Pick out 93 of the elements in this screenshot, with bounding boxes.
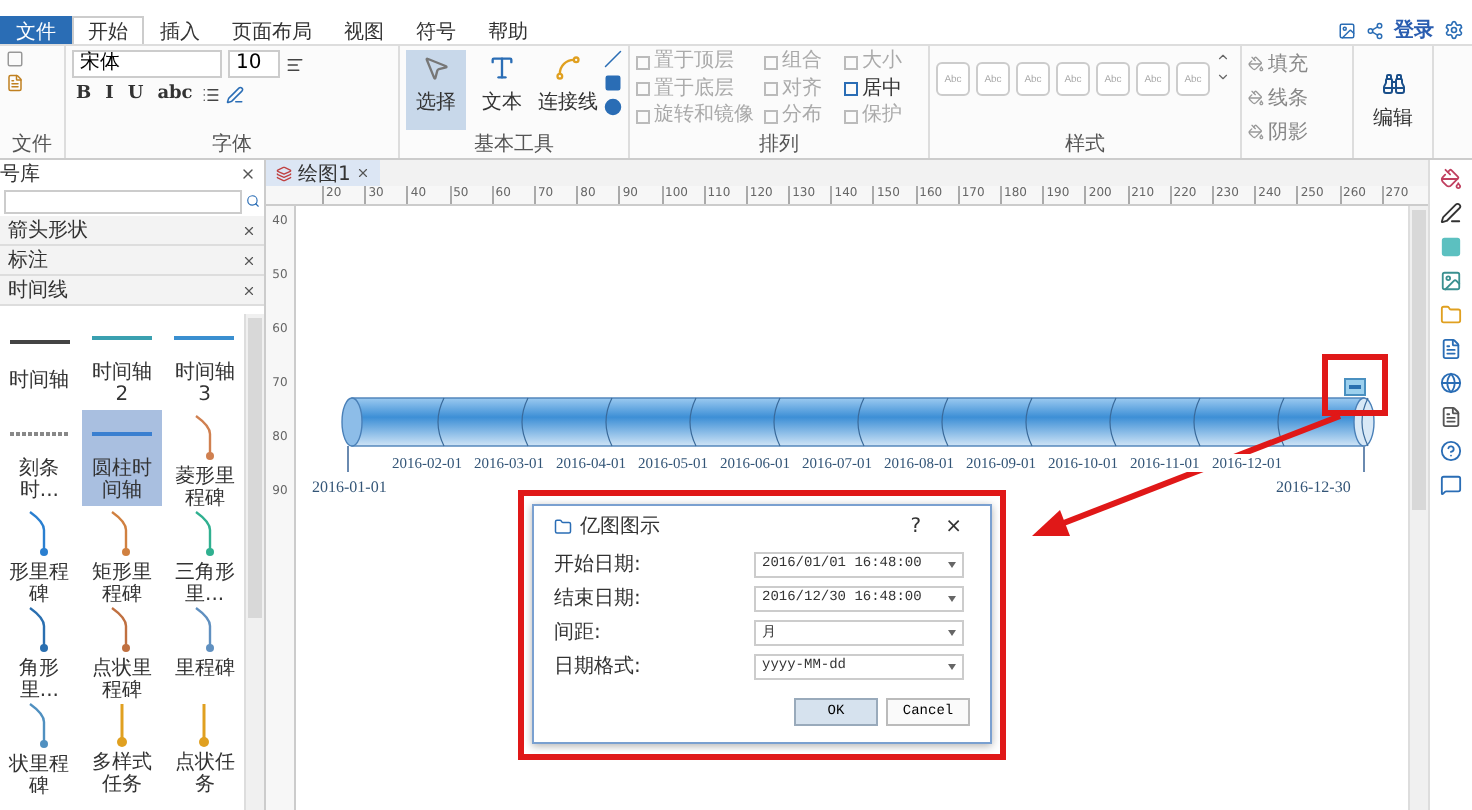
group-label: 样式 (1063, 134, 1107, 158)
format-option-button[interactable]: 填充 (1248, 50, 1308, 78)
align-icon[interactable] (286, 55, 304, 73)
group-label: 排列 (757, 134, 801, 158)
shape-item[interactable]: 时间轴 3 (165, 314, 244, 410)
close-icon[interactable] (356, 166, 371, 180)
shape-item[interactable]: 矩形里程碑 (82, 506, 162, 602)
help-button[interactable]: ? (902, 515, 930, 537)
format-option-button[interactable]: 线条 (1248, 84, 1308, 112)
shape-item[interactable]: 里程碑 (165, 602, 244, 698)
date-label: 2016-12-30 (1276, 478, 1351, 496)
scrollbar[interactable] (244, 314, 264, 810)
tool-button[interactable]: 选择 (406, 50, 466, 130)
format-option-button[interactable]: 阴影 (1248, 118, 1308, 146)
field-label: 开始日期: (554, 551, 643, 578)
shape-item[interactable]: 刻条时... (0, 410, 79, 506)
page-icon[interactable] (1440, 338, 1462, 360)
shape-item[interactable]: 多样式任务 (82, 698, 162, 794)
paint-bucket-icon (1248, 90, 1264, 106)
ribbon-tab[interactable]: 符号 (400, 16, 472, 44)
scroll-down-icon[interactable] (1216, 70, 1230, 84)
shape-item[interactable]: 时间轴 2 (82, 314, 162, 410)
font-name-field[interactable]: 宋体 (72, 50, 222, 78)
binoculars-icon (1381, 72, 1405, 96)
smart-button-icon[interactable] (1344, 378, 1366, 396)
field-label: 日期格式: (554, 653, 643, 680)
search-icon[interactable] (246, 192, 260, 210)
scroll-up-icon[interactable] (1216, 50, 1230, 64)
arrange-button[interactable]: 居中 (844, 77, 920, 102)
pointer-icon (422, 54, 450, 82)
paint-bucket-icon (1248, 124, 1264, 140)
circle-icon[interactable] (604, 98, 622, 116)
library-category[interactable]: 标注 (0, 246, 264, 276)
connector-icon (554, 54, 582, 82)
share-icon[interactable] (1366, 21, 1384, 39)
group-label: 字体 (210, 134, 254, 158)
format-button[interactable]: B (72, 84, 96, 104)
shape-item[interactable]: 角形里... (0, 602, 79, 698)
font-size-field[interactable]: 10 (228, 50, 280, 78)
close-icon[interactable] (240, 165, 256, 181)
group-label: 文件 (10, 134, 54, 158)
ribbon-tab[interactable]: 开始 (72, 16, 144, 44)
library-category[interactable]: 箭头形状 (0, 216, 264, 246)
shape-item[interactable]: 点状里程碑 (82, 602, 162, 698)
edit-button[interactable]: 编辑 (1361, 70, 1425, 134)
highlight-frame (1322, 354, 1388, 416)
tool-button[interactable]: 连接线 (538, 50, 598, 130)
tool-button[interactable]: 文本 (472, 50, 532, 130)
login-link[interactable]: 登录 (1394, 16, 1434, 44)
ribbon-tab[interactable]: 页面布局 (216, 16, 328, 44)
close-icon[interactable] (242, 223, 256, 237)
file-menu-button[interactable]: 文件 (0, 16, 72, 44)
text-icon (488, 54, 516, 82)
field-label: 结束日期: (554, 585, 643, 612)
settings-icon[interactable] (1444, 20, 1464, 40)
rectangle-icon[interactable] (604, 74, 622, 92)
shape-item[interactable]: 点状任务 (165, 698, 244, 794)
close-icon[interactable] (242, 283, 256, 297)
document-tab[interactable]: 绘图1 (266, 160, 381, 186)
shape-item[interactable]: 时间轴 (0, 314, 79, 410)
group-label: 基本工具 (472, 134, 556, 158)
paint-bucket-icon[interactable] (1440, 168, 1462, 190)
search-field[interactable] (4, 189, 242, 213)
ribbon-tab[interactable]: 视图 (328, 16, 400, 44)
format-button[interactable]: U (123, 84, 148, 104)
scrollbar[interactable] (1408, 206, 1428, 810)
shape-item[interactable]: 形里程碑 (0, 506, 79, 602)
image-icon[interactable] (1338, 21, 1356, 39)
ribbon-tab[interactable]: 插入 (144, 16, 216, 44)
shape-item[interactable]: 状里程碑 (0, 698, 79, 794)
highlighter-icon[interactable] (226, 85, 245, 103)
page-icon[interactable] (6, 74, 24, 92)
shape-item[interactable]: 三角形里... (165, 506, 244, 602)
date-label: 2016-01-01 (312, 478, 387, 496)
library-category[interactable]: 时间线 (0, 276, 264, 306)
paint-bucket-icon (1248, 56, 1264, 72)
panel-title: 号库 (0, 161, 40, 187)
format-button[interactable]: I (101, 84, 118, 104)
shape-item[interactable]: 圆柱时间轴 (82, 410, 162, 506)
shape-item[interactable]: 菱形里程碑 (165, 410, 244, 506)
format-button[interactable]: abc (153, 84, 197, 104)
field-label: 间距: (554, 620, 603, 646)
globe-icon[interactable] (1440, 372, 1462, 394)
list-icon[interactable] (202, 85, 221, 103)
line-icon[interactable] (604, 50, 622, 68)
ribbon-tab[interactable]: 帮助 (472, 16, 544, 44)
help-icon[interactable] (1440, 440, 1462, 462)
pen-icon[interactable] (1440, 202, 1462, 224)
dialog-title: 亿图图示 (580, 514, 662, 540)
close-button[interactable]: × (937, 515, 970, 537)
image-icon[interactable] (1440, 270, 1462, 292)
close-icon[interactable] (242, 253, 256, 267)
chat-icon[interactable] (1440, 474, 1462, 496)
